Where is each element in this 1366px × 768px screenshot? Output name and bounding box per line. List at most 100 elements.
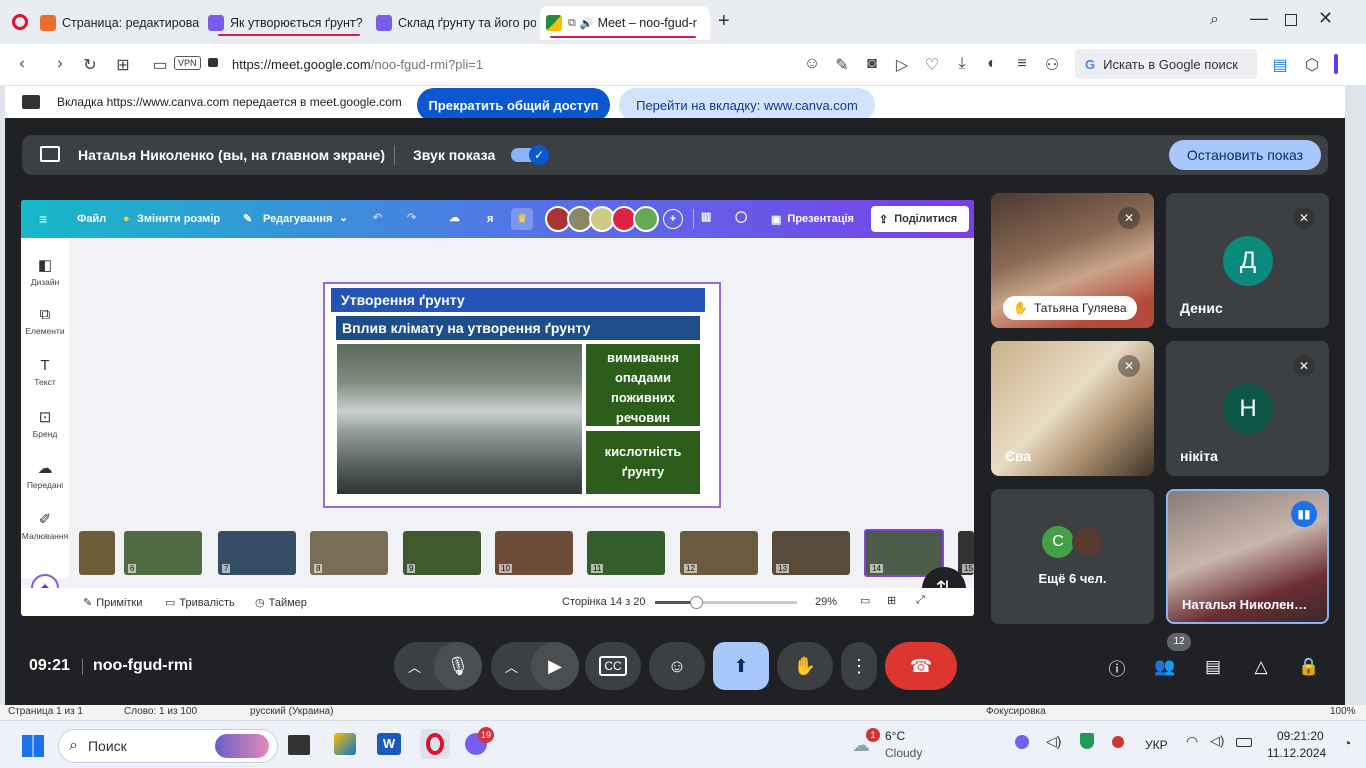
language-indicator[interactable]: УКР	[1145, 738, 1168, 752]
url-field[interactable]: https://meet.google.com /noo-fgud-rmi?pl…	[232, 57, 483, 72]
back-icon[interactable]: ‹	[10, 55, 34, 73]
raise-hand-button[interactable]: ✋	[777, 642, 833, 690]
analytics-icon[interactable]: ▥	[701, 210, 711, 223]
close-icon[interactable]: ✕	[1318, 8, 1333, 29]
heart-icon[interactable]: ♡	[920, 55, 944, 75]
download-icon[interactable]: ⤓	[950, 55, 974, 73]
reactions-button[interactable]: ☺	[649, 642, 705, 690]
chat-icon[interactable]: ▤	[1200, 654, 1226, 680]
speaker-tray-icon[interactable]: ◁)	[1210, 733, 1224, 749]
present-now-button[interactable]: ⬆	[713, 642, 769, 690]
sidebar-panel-icon[interactable]: ▤	[1268, 55, 1292, 75]
security-shield-icon[interactable]	[1080, 733, 1094, 749]
volume-icon[interactable]: ◁)	[1046, 733, 1061, 750]
slide-thumb[interactable]: 15	[958, 531, 974, 575]
pages-view-icon[interactable]: ▭	[860, 594, 870, 607]
fullscreen-icon[interactable]: ⤢	[916, 594, 925, 607]
google-search-box[interactable]: G Искать в Google поиск	[1075, 49, 1257, 79]
slide-thumb[interactable]: 9	[403, 531, 481, 575]
forward-icon[interactable]: ›	[48, 55, 72, 73]
opera-logo-icon[interactable]	[12, 14, 28, 30]
participant-tile-denis[interactable]: ✕ Д Денис	[1166, 193, 1329, 328]
share-button[interactable]: ⇪ Поділитися	[871, 206, 969, 232]
emoji-icon[interactable]: ☺	[800, 55, 824, 73]
sidebar-item-uploads[interactable]: ☁ Передані	[21, 459, 69, 490]
go-to-tab-button[interactable]: Перейти на вкладку: www.canva.com	[619, 88, 875, 122]
slide-thumb[interactable]: 6	[124, 531, 202, 575]
slide-thumb-5[interactable]	[79, 531, 115, 575]
sound-toggle[interactable]: ✓	[511, 145, 549, 165]
participant-tile-eva[interactable]: ✕ Єва	[991, 341, 1154, 476]
tab-page-edit[interactable]: Страница: редактирован	[40, 8, 200, 38]
clock-date[interactable]: 11.12.2024	[1267, 746, 1326, 760]
stop-presenting-button[interactable]: Остановить показ	[1169, 140, 1321, 170]
menu-icon[interactable]: ≡	[1010, 55, 1034, 73]
add-collaborator-icon[interactable]: +	[663, 209, 683, 229]
more-participants-tile[interactable]: С Ещё 6 чел.	[991, 489, 1154, 624]
host-controls-icon[interactable]: 🔒	[1296, 654, 1322, 680]
speed-dial-icon[interactable]: ⊞	[111, 55, 135, 75]
sidebar-item-design[interactable]: ◧ Дизайн	[21, 256, 69, 287]
slide-thumb[interactable]: 7	[218, 531, 296, 575]
profile-icon[interactable]: ⚇	[1040, 55, 1064, 75]
duration-button[interactable]: ▭ Тривалість	[165, 596, 235, 610]
mic-options-button[interactable]: ︿ 🎙	[394, 642, 482, 690]
opera-taskbar-icon[interactable]	[420, 729, 450, 759]
send-icon[interactable]: ▷	[890, 55, 914, 75]
sidebar-item-text[interactable]: T Текст	[21, 357, 69, 387]
word-icon[interactable]: W	[377, 733, 401, 755]
snapshot-icon[interactable]: ◙	[860, 55, 884, 73]
camera-icon[interactable]: ▭	[148, 55, 172, 75]
tab-soil-composition[interactable]: Склад ґрунту та його род	[376, 8, 536, 38]
taskbar-search[interactable]: ⌕ Поиск	[58, 729, 278, 763]
sidebar-item-brand[interactable]: ⊡ Бренд	[21, 408, 69, 439]
grid-view-icon[interactable]: ⊞	[887, 594, 896, 607]
tab-soil-formation[interactable]: Як утворюється ґрунт? –	[208, 8, 366, 38]
slide-canvas[interactable]: Утворення ґрунту Вплив клімату на утворе…	[323, 282, 721, 508]
minimize-icon[interactable]: —	[1250, 8, 1268, 29]
wifi-icon[interactable]: ◠	[1186, 733, 1198, 750]
slide-thumb[interactable]: 10	[495, 531, 573, 575]
cloud-save-icon[interactable]: ☁	[449, 211, 460, 224]
more-options-button[interactable]: ⋮	[841, 642, 877, 690]
undo-icon[interactable]: ↶	[373, 211, 382, 224]
activities-icon[interactable]: △	[1248, 654, 1274, 680]
crown-badge-icon[interactable]: ♛	[511, 208, 533, 230]
sidebar-item-draw[interactable]: ✐ Малювання	[21, 510, 69, 541]
stop-sharing-button[interactable]: Прекратить общий доступ	[417, 88, 610, 122]
present-button[interactable]: ▣ Презентація	[763, 206, 862, 232]
menu-resize[interactable]: Змінити розмір	[137, 213, 220, 225]
menu-file[interactable]: Файл	[77, 213, 106, 225]
notifications-icon[interactable]: ◔	[1343, 735, 1351, 751]
mic-icon[interactable]: 🎙	[434, 642, 482, 690]
edit-icon[interactable]: ✎	[830, 55, 854, 75]
reload-icon[interactable]: ↻	[78, 55, 102, 75]
camera-icon[interactable]: ▶	[531, 642, 579, 690]
participant-tile-tatyana[interactable]: ✕ ✋ Татьяна Гуляева	[991, 193, 1154, 328]
zoom-slider[interactable]	[655, 596, 797, 609]
meeting-info-icon[interactable]: ⓘ	[1104, 654, 1130, 680]
redo-icon[interactable]: ↷	[407, 211, 416, 224]
menu-edit[interactable]: Редагування	[263, 213, 332, 225]
tab-meet[interactable]: ⧉ 🔊 Meet – noo-fgud-r	[540, 6, 710, 40]
slide-thumb[interactable]: 11	[587, 531, 665, 575]
battery-icon[interactable]	[1236, 738, 1252, 747]
search-tabs-icon[interactable]: ⌕	[1210, 11, 1219, 29]
slide-thumb[interactable]: 12	[680, 531, 758, 575]
participant-tile-natalya[interactable]: ▮▮ Наталья Николен…	[1166, 489, 1329, 624]
new-tab-icon[interactable]: +	[718, 10, 730, 33]
sidebar-item-elements[interactable]: ⧉ Елементи	[21, 306, 69, 336]
clock-time[interactable]: 09:21:20	[1277, 729, 1324, 743]
participant-tile-nikita[interactable]: ✕ Н нікіта	[1166, 341, 1329, 476]
leave-call-button[interactable]: ☎	[885, 642, 957, 690]
captions-button[interactable]: CC	[585, 642, 641, 690]
collaborator-avatars[interactable]: +	[545, 206, 685, 232]
store-icon[interactable]	[334, 733, 356, 755]
notes-button[interactable]: ✎ Примітки	[83, 596, 142, 610]
vpn-badge[interactable]: VPN	[174, 56, 201, 70]
slide-thumb[interactable]: 8	[310, 531, 388, 575]
windows-start-icon[interactable]	[22, 735, 44, 757]
maximize-icon[interactable]	[1285, 14, 1297, 26]
timer-button[interactable]: ◷ Таймер	[255, 596, 307, 610]
camera-options-button[interactable]: ︿ ▶	[491, 642, 579, 690]
